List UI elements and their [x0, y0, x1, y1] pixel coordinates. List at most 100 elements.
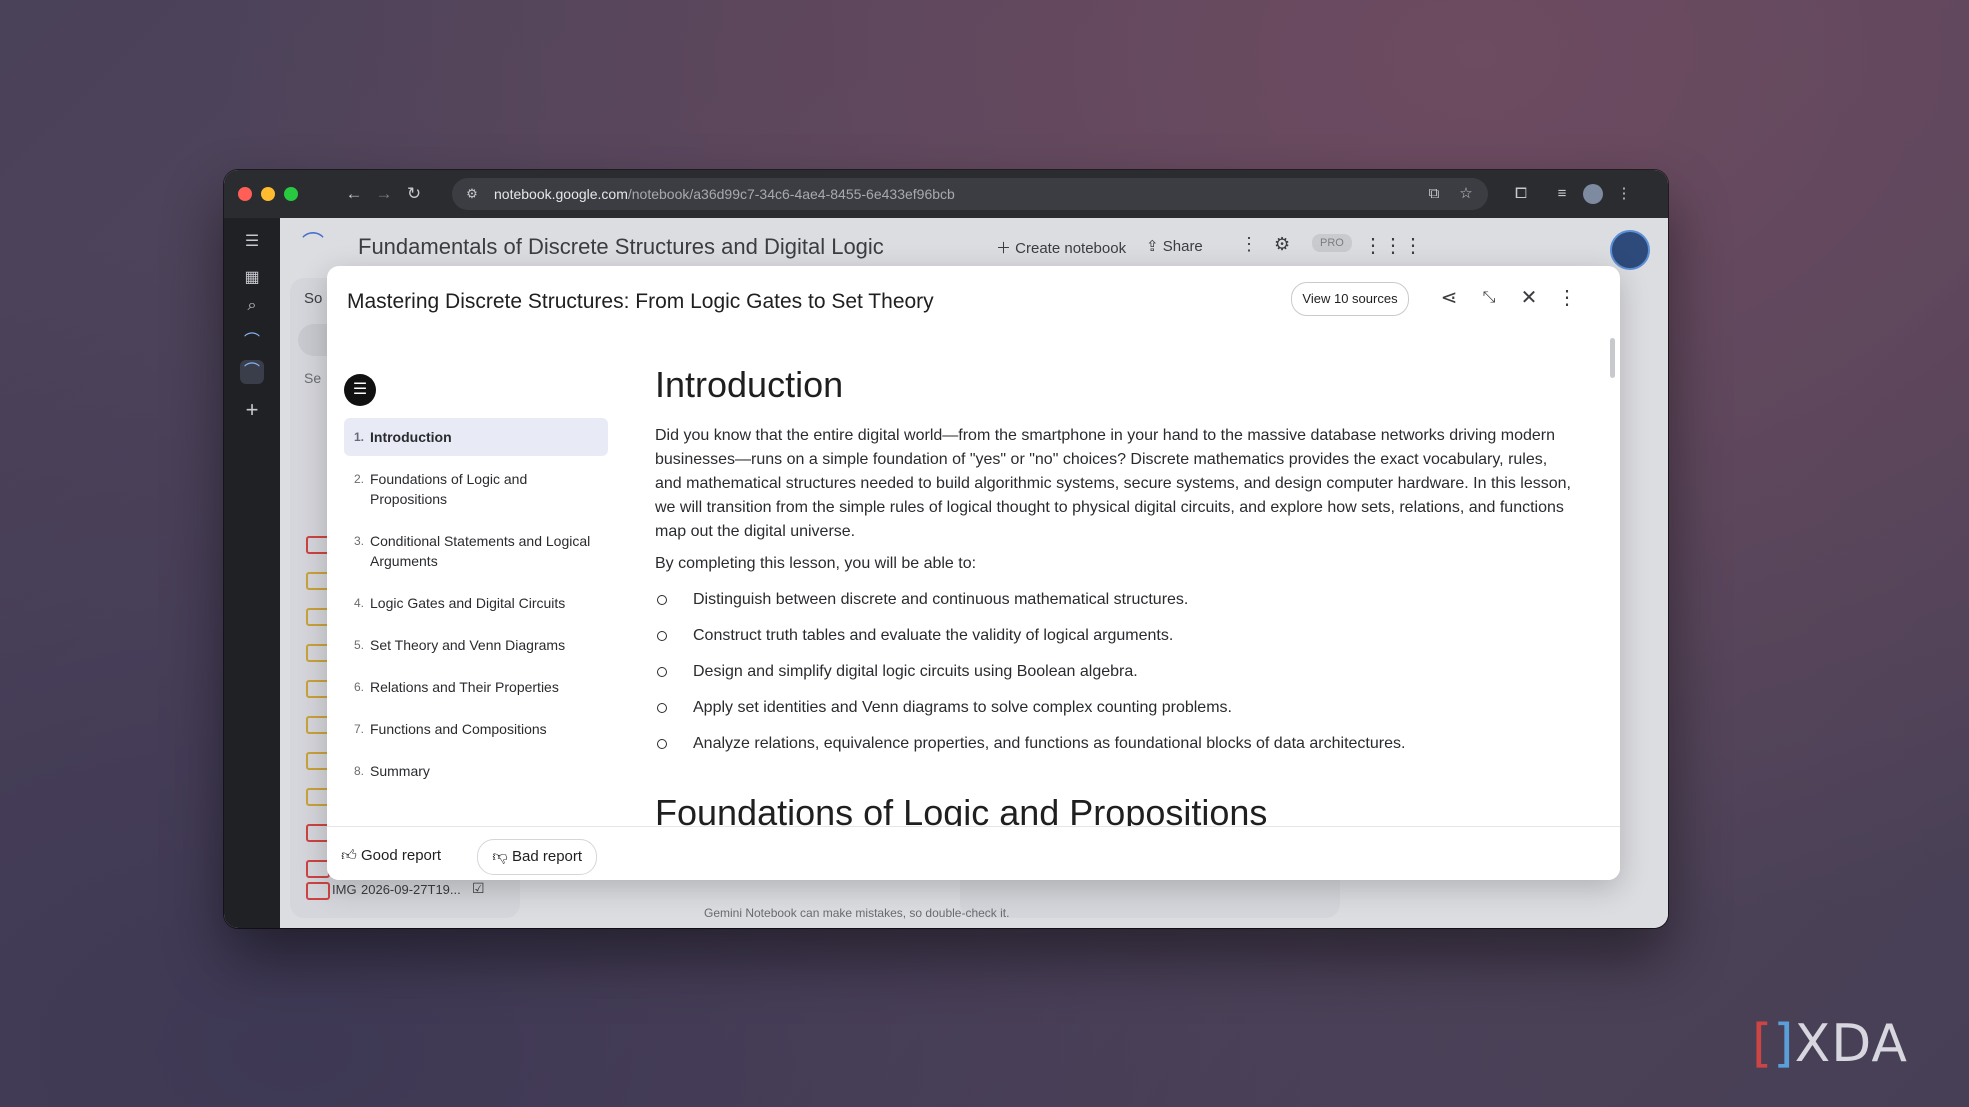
- pro-badge: PRO: [1312, 234, 1352, 252]
- address-bar[interactable]: ⚙ notebook.google.com/notebook/a36d99c7-…: [452, 178, 1488, 210]
- media-controls-icon[interactable]: ≡: [1550, 182, 1574, 206]
- thumbs-up-icon: 👍︎: [341, 847, 357, 864]
- bracket-left-icon: [: [1752, 1014, 1774, 1074]
- source-checkbox[interactable]: ☑: [472, 880, 485, 897]
- share-icon[interactable]: ⋖: [1435, 284, 1463, 312]
- toc-label: Summary: [370, 763, 430, 779]
- url-text[interactable]: notebook.google.com/notebook/a36d99c7-34…: [494, 186, 955, 202]
- toc-label: Functions and Compositions: [370, 721, 547, 737]
- toc-item-summary[interactable]: 8. Summary: [344, 752, 608, 790]
- toc-number: 1.: [354, 430, 365, 444]
- collapse-icon[interactable]: ⤡: [1475, 284, 1503, 312]
- objectives-intro: By completing this lesson, you will be a…: [655, 555, 977, 572]
- left-rail: ☰ ▦ ⌕ ⌒ ⌒ +: [224, 218, 280, 928]
- good-report-button[interactable]: 👍︎ Good report: [327, 839, 455, 873]
- objective-text: Distinguish between discrete and continu…: [693, 591, 1189, 608]
- table-of-contents-icon[interactable]: ☰: [344, 374, 376, 406]
- notebook-icon[interactable]: ⌒: [240, 330, 264, 354]
- share-notebook-button[interactable]: ⇪ Share: [1146, 237, 1203, 255]
- objective-item: Distinguish between discrete and continu…: [655, 588, 1575, 612]
- share-label: Share: [1162, 238, 1203, 255]
- report-feedback-bar: 👍︎ Good report 👎︎ Bad report: [327, 826, 1620, 880]
- extensions-icon[interactable]: ⧠: [1509, 182, 1533, 206]
- objective-item: Design and simplify digital logic circui…: [655, 660, 1575, 684]
- profile-avatar[interactable]: [1581, 182, 1605, 206]
- toc-item-conditional-statements[interactable]: 3. Conditional Statements and Logical Arg…: [344, 522, 608, 580]
- objective-item: Apply set identities and Venn diagrams t…: [655, 696, 1575, 720]
- toc-item-functions[interactable]: 7. Functions and Compositions: [344, 710, 608, 748]
- bullet-icon: [657, 595, 667, 605]
- close-window-button[interactable]: [238, 187, 252, 201]
- apps-grid-icon[interactable]: ⋮⋮⋮: [1363, 233, 1423, 258]
- toc-item-relations[interactable]: 6. Relations and Their Properties: [344, 668, 608, 706]
- sources-heading: So: [304, 290, 323, 307]
- plus-icon: ＋: [996, 240, 1016, 257]
- minimize-window-button[interactable]: [261, 187, 275, 201]
- xda-brand-text: XDA: [1794, 1014, 1908, 1074]
- search-sources-input[interactable]: Se: [304, 370, 321, 386]
- toc-number: 2.: [354, 472, 365, 486]
- menu-toggle-icon[interactable]: ☰: [240, 230, 264, 254]
- url-path: /notebook/a36d99c7-34c6-4ae4-8455-6e433e…: [627, 186, 955, 202]
- forward-icon[interactable]: →: [372, 182, 396, 206]
- more-options-icon[interactable]: ⋮: [1553, 284, 1581, 312]
- browser-menu-icon[interactable]: ⋮: [1612, 182, 1636, 206]
- section-heading: Introduction: [655, 364, 844, 405]
- toc-label: Logic Gates and Digital Circuits: [370, 595, 566, 611]
- notebook-more-icon[interactable]: ⋮: [1240, 234, 1258, 255]
- toc-item-logic-gates[interactable]: 4. Logic Gates and Digital Circuits: [344, 584, 608, 622]
- source-name: 2026-09-27T19...: [361, 882, 461, 897]
- notebook-title[interactable]: Fundamentals of Discrete Structures and …: [358, 234, 884, 260]
- bracket-right-icon: ]: [1773, 1014, 1795, 1074]
- report-content: Introduction Did you know that the entir…: [655, 364, 1575, 834]
- source-type: IMG: [332, 882, 357, 897]
- bookmark-star-icon[interactable]: ☆: [1454, 182, 1478, 206]
- site-settings-icon[interactable]: ⚙: [460, 182, 484, 206]
- toc-number: 6.: [354, 680, 365, 694]
- bullet-icon: [657, 703, 667, 713]
- bullet-icon: [657, 739, 667, 749]
- toc-number: 3.: [354, 534, 365, 548]
- grid-icon[interactable]: ▦: [240, 266, 264, 290]
- search-list-icon[interactable]: ⌕: [240, 294, 264, 318]
- toc-label: Set Theory and Venn Diagrams: [370, 637, 566, 653]
- table-of-contents: 1. Introduction 2. Foundations of Logic an…: [344, 418, 608, 794]
- toc-label: Conditional Statements and Logical Argum…: [370, 533, 591, 569]
- bad-report-button[interactable]: 👎︎ Bad report: [477, 839, 598, 875]
- create-notebook-button[interactable]: ＋ Create notebook: [996, 237, 1126, 258]
- reload-icon[interactable]: ↻: [402, 182, 426, 206]
- report-scrollbar[interactable]: [1610, 338, 1615, 378]
- xda-watermark-logo: []XDA: [1752, 1014, 1908, 1074]
- bad-report-label: Bad report: [512, 848, 583, 865]
- disclaimer-text: Gemini Notebook can make mistakes, so do…: [704, 906, 1010, 920]
- view-sources-button[interactable]: View 10 sources: [1291, 282, 1409, 316]
- notebook-active-icon[interactable]: ⌒: [240, 360, 264, 384]
- image-source-icon: [306, 882, 330, 900]
- objective-text: Construct truth tables and evaluate the …: [693, 627, 1174, 644]
- objective-text: Apply set identities and Venn diagrams t…: [693, 699, 1232, 716]
- back-icon[interactable]: ←: [342, 182, 366, 206]
- bullet-icon: [657, 631, 667, 641]
- thumbs-down-icon: 👎︎: [492, 848, 508, 865]
- toc-number: 5.: [354, 638, 365, 652]
- user-avatar[interactable]: [1610, 230, 1650, 270]
- toc-number: 8.: [354, 764, 365, 778]
- close-icon[interactable]: ✕: [1515, 284, 1543, 312]
- report-dialog: Mastering Discrete Structures: From Logi…: [327, 266, 1620, 880]
- install-app-icon[interactable]: ⧉: [1422, 182, 1446, 206]
- toc-label: Introduction: [370, 429, 452, 445]
- good-report-label: Good report: [361, 847, 442, 864]
- toc-item-foundations-of-logic[interactable]: 2. Foundations of Logic and Propositions: [344, 460, 608, 518]
- toc-number: 4.: [354, 596, 365, 610]
- settings-gear-icon[interactable]: ⚙: [1274, 234, 1290, 255]
- toc-item-introduction[interactable]: 1. Introduction: [344, 418, 608, 456]
- notebook-logo-icon: ⌒: [302, 231, 325, 256]
- objective-text: Design and simplify digital logic circui…: [693, 663, 1138, 680]
- upload-share-icon: ⇪: [1146, 238, 1163, 255]
- source-row-img[interactable]: IMG 2026-09-27T19... ☑: [280, 878, 530, 902]
- toc-label: Foundations of Logic and Propositions: [370, 471, 528, 507]
- maximize-window-button[interactable]: [284, 187, 298, 201]
- toc-item-set-theory[interactable]: 5. Set Theory and Venn Diagrams: [344, 626, 608, 664]
- url-host: notebook.google.com: [494, 186, 628, 202]
- add-icon[interactable]: +: [240, 398, 264, 422]
